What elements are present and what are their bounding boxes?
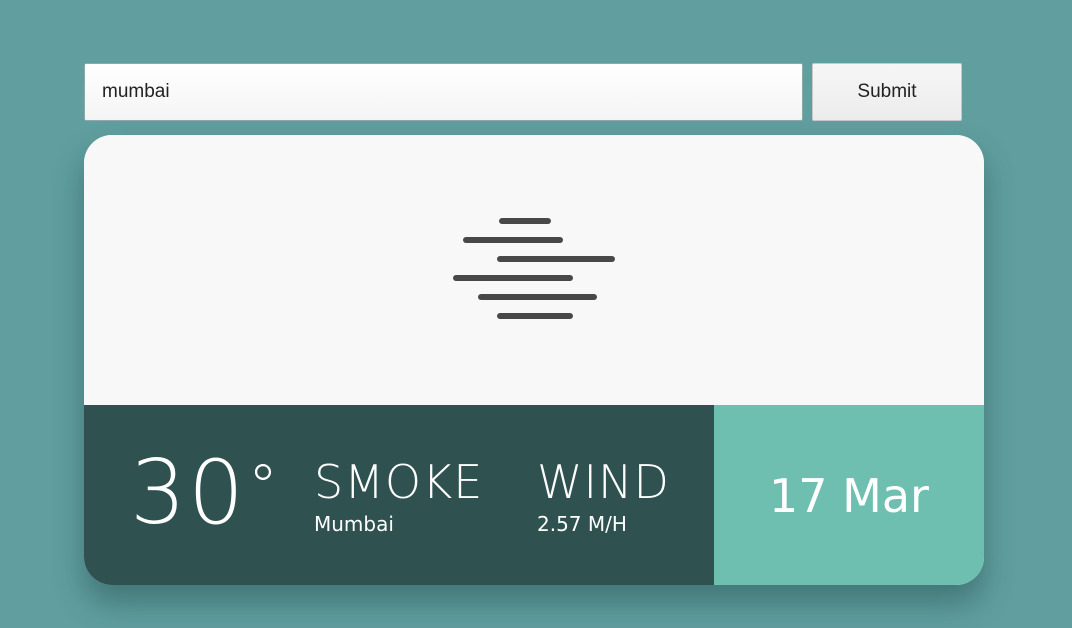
city-search-input[interactable] — [84, 63, 803, 121]
date-panel: 17 Mar — [714, 405, 984, 585]
temperature-value: 30 — [130, 441, 246, 544]
condition-label: SMOKE — [314, 455, 484, 509]
weather-app: Submit 30° SMOKE Mumbai WIND — [0, 0, 1072, 628]
temperature: 30° — [130, 443, 280, 543]
degree-symbol: ° — [247, 452, 280, 522]
wind-block: WIND 2.57 M/H — [537, 455, 670, 535]
weather-card: 30° SMOKE Mumbai WIND 2.57 M/H 17 Mar — [84, 135, 984, 585]
date-label: 17 Mar — [769, 469, 929, 523]
submit-button[interactable]: Submit — [812, 63, 962, 121]
wind-label: WIND — [537, 455, 670, 509]
weather-details-panel: 30° SMOKE Mumbai WIND 2.57 M/H — [84, 405, 714, 585]
condition-block: SMOKE Mumbai — [314, 455, 483, 535]
weather-icon-panel — [84, 135, 984, 405]
haze-icon — [453, 218, 615, 319]
city-name: Mumbai — [314, 512, 394, 536]
wind-speed: 2.57 M/H — [537, 512, 627, 536]
